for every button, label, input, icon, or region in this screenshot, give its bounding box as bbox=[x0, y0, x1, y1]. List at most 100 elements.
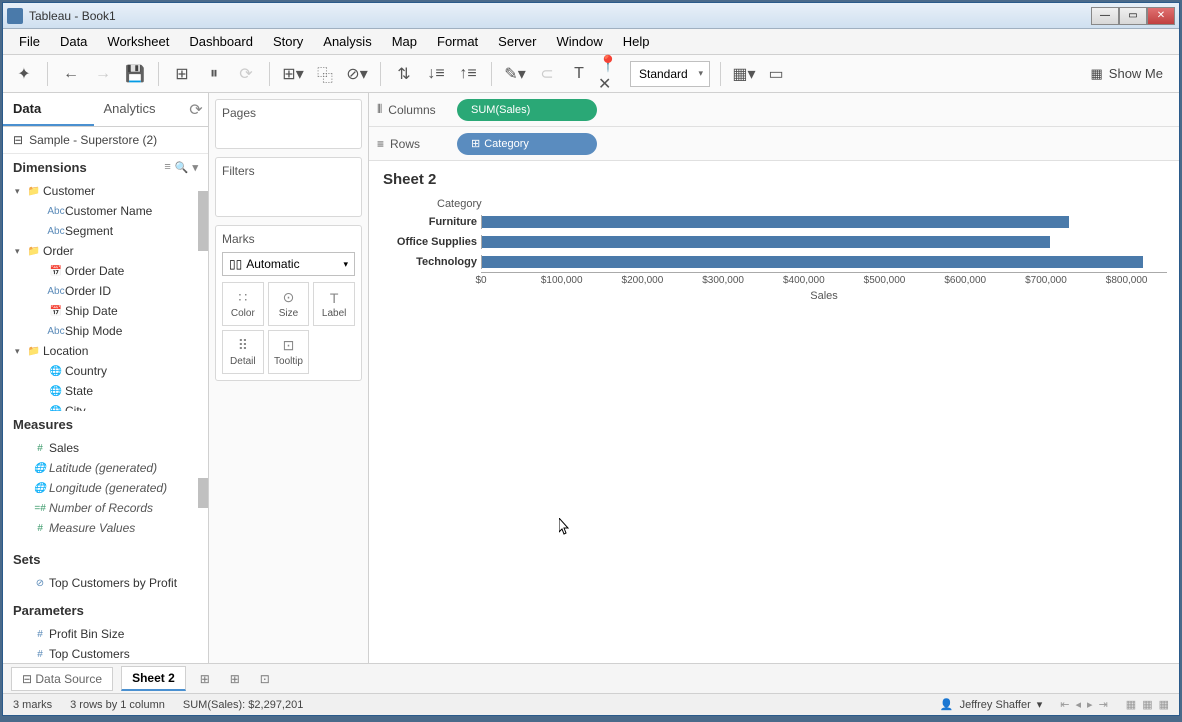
new-datasource-button[interactable]: ⊞ bbox=[169, 61, 195, 87]
bar-chart-icon: ▯▯ bbox=[229, 257, 242, 271]
separator bbox=[491, 62, 492, 86]
maximize-button[interactable]: ▭ bbox=[1119, 7, 1147, 25]
menu-analysis[interactable]: Analysis bbox=[315, 31, 379, 52]
show-me-button[interactable]: ▦ Show Me bbox=[1083, 62, 1172, 86]
group-button[interactable]: ⊂ bbox=[534, 61, 560, 87]
tableau-logo-icon bbox=[7, 8, 23, 24]
new-worksheet-icon[interactable]: ⊞ bbox=[194, 668, 216, 690]
view-list-icon[interactable]: ≡ bbox=[164, 161, 170, 174]
search-icon[interactable]: 🔍 bbox=[175, 161, 189, 174]
size-card[interactable]: ⊙Size bbox=[268, 282, 310, 326]
label-card[interactable]: TLabel bbox=[313, 282, 355, 326]
menu-help[interactable]: Help bbox=[615, 31, 658, 52]
dropdown-icon[interactable]: ▾ bbox=[192, 161, 198, 174]
menu-dashboard[interactable]: Dashboard bbox=[181, 31, 261, 52]
menu-file[interactable]: File bbox=[11, 31, 48, 52]
pause-auto-updates-button[interactable]: ⏸ bbox=[201, 61, 227, 87]
columns-pill-sum-sales[interactable]: SUM(Sales) bbox=[457, 99, 597, 121]
field-segment[interactable]: AbcSegment bbox=[3, 221, 208, 241]
show-filmstrip-icon[interactable]: ▦ bbox=[1142, 698, 1152, 711]
datasource-tab[interactable]: ⊟ Data Source bbox=[11, 667, 113, 691]
presentation-mode-button[interactable]: ▭ bbox=[763, 61, 789, 87]
user-menu[interactable]: 👤Jeffrey Shaffer▾ bbox=[940, 698, 1042, 711]
save-button[interactable]: 💾 bbox=[122, 61, 148, 87]
tooltip-card[interactable]: ⊡Tooltip bbox=[268, 330, 310, 374]
menu-format[interactable]: Format bbox=[429, 31, 486, 52]
datasource-row[interactable]: ⊟ Sample - Superstore (2) bbox=[3, 127, 208, 154]
tableau-icon[interactable]: ✦ bbox=[11, 61, 37, 87]
param-top-customers[interactable]: #Top Customers bbox=[3, 644, 208, 663]
menu-map[interactable]: Map bbox=[384, 31, 425, 52]
field-sales[interactable]: #Sales bbox=[3, 438, 208, 458]
mark-type-dropdown[interactable]: ▯▯ Automatic bbox=[222, 252, 355, 276]
refresh-datapane-icon[interactable]: ⟳ bbox=[184, 93, 208, 126]
show-labels-button[interactable]: T bbox=[566, 61, 592, 87]
bar[interactable] bbox=[482, 256, 1143, 268]
view-cards-button[interactable]: ▦▾ bbox=[731, 61, 757, 87]
last-sheet-icon[interactable]: ⇥ bbox=[1099, 698, 1108, 711]
clear-sheet-button[interactable]: ⊘▾ bbox=[344, 61, 370, 87]
tab-analytics[interactable]: Analytics bbox=[94, 93, 185, 126]
show-sheets-icon[interactable]: ▦ bbox=[1159, 698, 1169, 711]
field-measure-values[interactable]: #Measure Values bbox=[3, 518, 208, 538]
folder-order[interactable]: ▾📁Order bbox=[3, 241, 208, 261]
field-customer-name[interactable]: AbcCustomer Name bbox=[3, 201, 208, 221]
set-top-customers-by-profit[interactable]: ⊘Top Customers by Profit bbox=[3, 573, 208, 593]
new-worksheet-button[interactable]: ⊞▾ bbox=[280, 61, 306, 87]
minimize-button[interactable]: — bbox=[1091, 7, 1119, 25]
fix-axes-button[interactable]: 📍✕ bbox=[598, 61, 624, 87]
field-latitude[interactable]: 🌐Latitude (generated) bbox=[3, 458, 208, 478]
duplicate-button[interactable]: ⿻ bbox=[312, 61, 338, 87]
color-card[interactable]: ∷Color bbox=[222, 282, 264, 326]
filters-shelf[interactable]: Filters bbox=[215, 157, 362, 217]
new-dashboard-icon[interactable]: ⊞ bbox=[224, 668, 246, 690]
field-order-id[interactable]: AbcOrder ID bbox=[3, 281, 208, 301]
bar-row: Office Supplies bbox=[381, 232, 1167, 252]
menu-worksheet[interactable]: Worksheet bbox=[99, 31, 177, 52]
prev-sheet-icon[interactable]: ◂ bbox=[1076, 698, 1082, 711]
field-state[interactable]: 🌐State bbox=[3, 381, 208, 401]
toolbar: ✦ ← → 💾 ⊞ ⏸ ⟳ ⊞▾ ⿻ ⊘▾ ⇅ ↓≡ ↑≡ ✎▾ ⊂ T 📍✕ … bbox=[3, 55, 1179, 93]
new-story-icon[interactable]: ⊡ bbox=[254, 668, 276, 690]
first-sheet-icon[interactable]: ⇤ bbox=[1060, 698, 1069, 711]
sort-desc-button[interactable]: ↑≡ bbox=[455, 61, 481, 87]
detail-card[interactable]: ⠿Detail bbox=[222, 330, 264, 374]
scrollbar-thumb[interactable] bbox=[198, 478, 208, 508]
forward-button[interactable]: → bbox=[90, 61, 116, 87]
back-button[interactable]: ← bbox=[58, 61, 84, 87]
field-label: Top Customers by Profit bbox=[49, 576, 177, 590]
scrollbar-thumb[interactable] bbox=[198, 191, 208, 251]
rows-pill-category[interactable]: ⊞Category bbox=[457, 133, 597, 155]
field-ship-date[interactable]: 📅Ship Date bbox=[3, 301, 208, 321]
field-country[interactable]: 🌐Country bbox=[3, 361, 208, 381]
highlight-button[interactable]: ✎▾ bbox=[502, 61, 528, 87]
sheet-title[interactable]: Sheet 2 bbox=[369, 161, 1179, 198]
folder-customer[interactable]: ▾📁Customer bbox=[3, 181, 208, 201]
folder-location[interactable]: ▾📁Location bbox=[3, 341, 208, 361]
param-profit-bin-size[interactable]: #Profit Bin Size bbox=[3, 624, 208, 644]
pages-shelf[interactable]: Pages bbox=[215, 99, 362, 149]
menu-data[interactable]: Data bbox=[52, 31, 95, 52]
swap-button[interactable]: ⇅ bbox=[391, 61, 417, 87]
bar[interactable] bbox=[482, 236, 1050, 248]
refresh-button[interactable]: ⟳ bbox=[233, 61, 259, 87]
sheet2-tab[interactable]: Sheet 2 bbox=[121, 666, 186, 691]
field-city[interactable]: 🌐City bbox=[3, 401, 208, 411]
menu-server[interactable]: Server bbox=[490, 31, 544, 52]
next-sheet-icon[interactable]: ▸ bbox=[1087, 698, 1093, 711]
bar[interactable] bbox=[482, 216, 1069, 228]
show-tabs-icon[interactable]: ▦ bbox=[1126, 698, 1136, 711]
bar-chart[interactable]: CategoryFurnitureOffice SuppliesTechnolo… bbox=[381, 198, 1167, 302]
tab-data[interactable]: Data bbox=[3, 93, 94, 126]
sort-asc-button[interactable]: ↓≡ bbox=[423, 61, 449, 87]
columns-shelf-row[interactable]: ⦀Columns SUM(Sales) bbox=[369, 93, 1179, 127]
field-ship-mode[interactable]: AbcShip Mode bbox=[3, 321, 208, 341]
rows-shelf-row[interactable]: ≡Rows ⊞Category bbox=[369, 127, 1179, 161]
field-order-date[interactable]: 📅Order Date bbox=[3, 261, 208, 281]
fit-dropdown[interactable]: Standard bbox=[630, 61, 710, 87]
menu-window[interactable]: Window bbox=[548, 31, 610, 52]
close-button[interactable]: ✕ bbox=[1147, 7, 1175, 25]
field-number-of-records[interactable]: =#Number of Records bbox=[3, 498, 208, 518]
field-longitude[interactable]: 🌐Longitude (generated) bbox=[3, 478, 208, 498]
menu-story[interactable]: Story bbox=[265, 31, 311, 52]
